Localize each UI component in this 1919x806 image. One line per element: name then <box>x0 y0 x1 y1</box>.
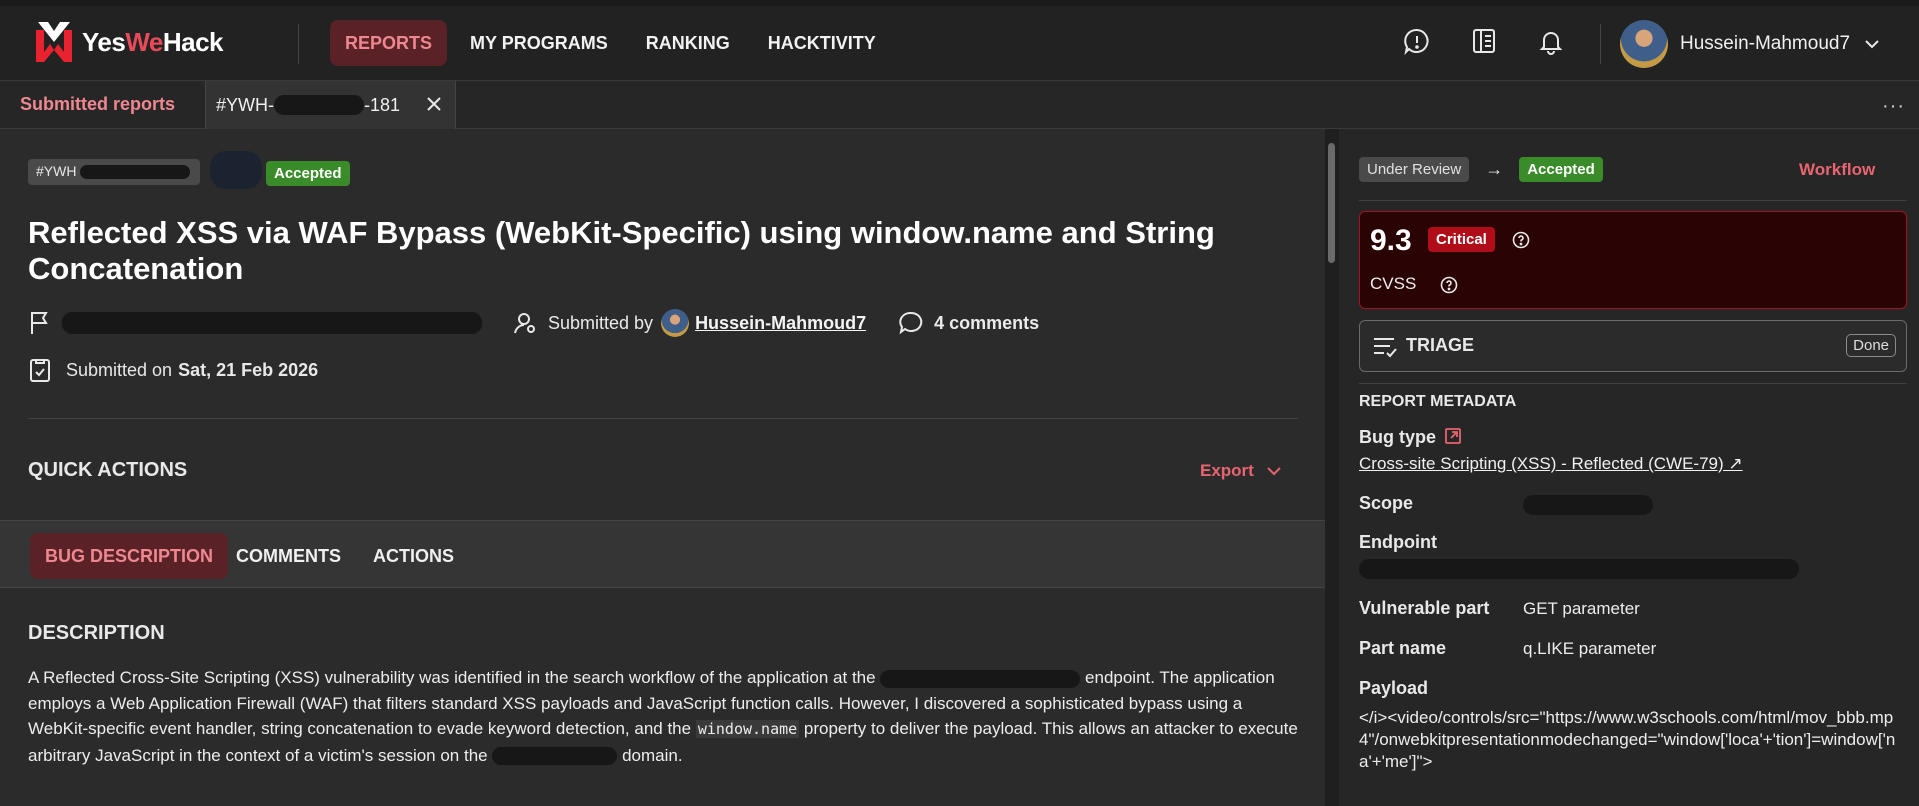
cvss-card: 9.3 Critical CVSS <box>1359 211 1907 309</box>
status-to: Accepted <box>1519 157 1603 182</box>
submitter-icon <box>514 313 535 334</box>
logo-text: YesWeHack <box>82 26 224 57</box>
cvss-score: 9.3 <box>1370 224 1412 257</box>
redacted-block <box>80 165 191 180</box>
redacted-domain <box>492 747 618 766</box>
redacted-scope <box>1523 495 1653 515</box>
external-link-icon[interactable] <box>1444 427 1462 445</box>
submitted-on-row: Submitted on Sat, 21 Feb 2026 <box>28 357 318 383</box>
severity-badge: Critical <box>1428 227 1495 252</box>
avatar <box>1620 20 1668 68</box>
tab-comments[interactable]: COMMENTS <box>221 533 356 579</box>
redacted-endpoint <box>1359 559 1799 579</box>
workflow-link[interactable]: Workflow <box>1799 160 1875 180</box>
nav-divider <box>298 24 299 64</box>
description-text: A Reflected Cross-Site Scripting (XSS) v… <box>28 668 1298 766</box>
quick-actions-title: QUICK ACTIONS <box>28 459 188 481</box>
status-badge: Accepted <box>266 161 350 186</box>
close-icon[interactable] <box>425 95 443 113</box>
user-divider <box>1600 24 1601 64</box>
done-button[interactable]: Done <box>1846 334 1896 357</box>
status-badge-wrap: Accepted <box>266 161 350 186</box>
report-main-panel: #YWH Accepted Reflected XSS via WAF Bypa… <box>0 129 1325 806</box>
inline-code: window.name <box>695 720 800 738</box>
chevron-down-icon <box>1865 40 1879 49</box>
report-subtabs: BUG DESCRIPTION COMMENTS ACTIONS <box>0 520 1325 588</box>
payload-label: Payload <box>1359 678 1429 698</box>
flag-icon <box>31 312 48 334</box>
chevron-down-icon <box>1267 467 1281 476</box>
clipboard-check-icon <box>30 359 50 382</box>
tab-current-report[interactable]: #YWH- -181 <box>205 81 456 129</box>
report-tabs-bar: Submitted reports #YWH- -181 ··· <box>0 81 1919 129</box>
cvss-label: CVSS <box>1370 274 1417 293</box>
export-button[interactable]: Export <box>1200 461 1282 481</box>
tab-bug-description[interactable]: BUG DESCRIPTION <box>30 533 229 579</box>
help-circle-icon[interactable] <box>1512 231 1530 249</box>
top-icons <box>1400 24 1568 58</box>
tab-report-id-prefix: #YWH- <box>216 94 274 115</box>
docs-icon[interactable] <box>1467 24 1501 58</box>
metadata-title: REPORT METADATA <box>1359 393 1517 410</box>
comments-count[interactable]: 4 comments <box>934 313 1039 334</box>
description-title: DESCRIPTION <box>28 622 165 644</box>
redacted-logo <box>210 151 262 189</box>
arrow-right-icon: → <box>1485 159 1504 179</box>
scrollbar[interactable] <box>1325 129 1339 806</box>
bug-type-link[interactable]: Cross-site Scripting (XSS) - Reflected (… <box>1359 454 1743 474</box>
nav-reports[interactable]: REPORTS <box>330 20 448 66</box>
redacted-block <box>274 95 364 115</box>
tab-actions[interactable]: ACTIONS <box>358 533 469 579</box>
nav-hacktivity[interactable]: HACKTIVITY <box>753 20 891 66</box>
redacted-program <box>62 312 482 334</box>
triage-label: TRIAGE <box>1406 335 1475 355</box>
submitted-on-label: Submitted on <box>66 359 173 380</box>
user-name: Hussein-Mahmoud7 <box>1680 33 1851 54</box>
endpoint-label: Endpoint <box>1359 532 1437 552</box>
more-options-icon[interactable]: ··· <box>1882 95 1905 118</box>
divider <box>28 418 1298 419</box>
status-row: Under Review → Accepted <box>1359 157 1603 182</box>
vulnerable-part-value: GET parameter <box>1523 599 1640 618</box>
bell-icon[interactable] <box>1534 24 1568 58</box>
avatar <box>661 309 690 337</box>
help-circle-icon[interactable] <box>1440 276 1458 294</box>
payload-value: </i><video/controls/src="https://www.w3s… <box>1359 708 1896 771</box>
status-from: Under Review <box>1359 157 1470 182</box>
report-side-panel: Under Review → Accepted Workflow 9.3 Cri… <box>1339 129 1919 806</box>
export-label: Export <box>1200 461 1254 480</box>
list-check-icon <box>1374 338 1397 358</box>
bug-type-label: Bug type <box>1359 427 1437 447</box>
yeswehack-logo-icon <box>36 22 72 62</box>
report-meta-row: Submitted by Hussein-Mahmoud7 4 comments <box>28 309 1039 337</box>
redacted-endpoint <box>880 669 1081 688</box>
submitted-by-label: Submitted by <box>548 312 654 333</box>
tab-report-id-suffix: -181 <box>364 94 401 115</box>
scope-label: Scope <box>1359 493 1414 513</box>
tab-submitted-reports[interactable]: Submitted reports <box>20 94 175 115</box>
submitter-link[interactable]: Hussein-Mahmoud7 <box>695 313 866 334</box>
nav-ranking[interactable]: RANKING <box>631 20 745 66</box>
part-name-label: Part name <box>1359 638 1447 658</box>
divider <box>1359 383 1907 384</box>
vulnerable-part-label: Vulnerable part <box>1359 598 1490 618</box>
user-menu[interactable]: Hussein-Mahmoud7 <box>1620 20 1880 68</box>
scrollbar-thumb[interactable] <box>1328 143 1335 263</box>
triage-panel[interactable]: TRIAGE Done <box>1359 320 1907 372</box>
part-name-value: q.LIKE parameter <box>1523 639 1657 658</box>
report-id-chip: #YWH <box>28 159 200 185</box>
main-nav: REPORTS MY PROGRAMS RANKING HACKTIVITY <box>330 20 891 66</box>
nav-my-programs[interactable]: MY PROGRAMS <box>455 20 623 66</box>
submitted-on-date: Sat, 21 Feb 2026 <box>178 359 319 380</box>
report-title: Reflected XSS via WAF Bypass (WebKit-Spe… <box>28 215 1215 286</box>
help-icon[interactable] <box>1400 24 1434 58</box>
logo[interactable]: YesWeHack <box>36 20 224 64</box>
top-navbar: YesWeHack REPORTS MY PROGRAMS RANKING HA… <box>0 0 1919 81</box>
comment-icon <box>899 311 923 335</box>
divider <box>1359 200 1907 201</box>
